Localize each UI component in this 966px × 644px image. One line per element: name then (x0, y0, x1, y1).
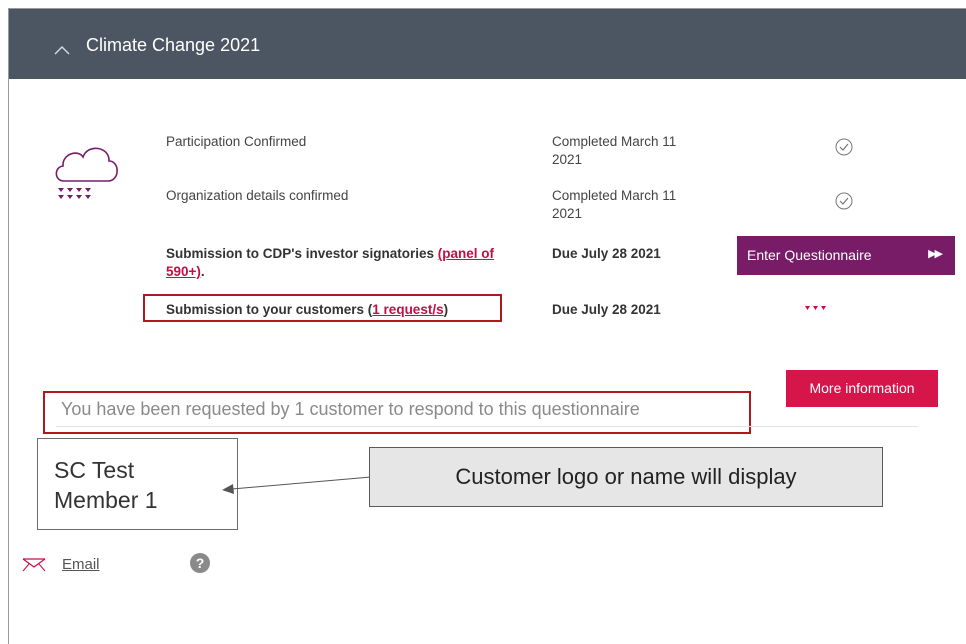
member-name-box: SC Test Member 1 (37, 438, 238, 530)
enter-questionnaire-button[interactable]: Enter Questionnaire ▶▶ (737, 236, 955, 275)
divider (56, 426, 918, 427)
row-investor-label: Submission to CDP's investor signatories… (166, 246, 495, 279)
row-participation-label: Participation Confirmed (166, 134, 307, 149)
panel-link[interactable]: (panel of (438, 246, 494, 261)
arrow-icon (222, 476, 372, 494)
row-investor-due: Due July 28 2021 (552, 246, 661, 261)
double-arrow-icon: ▶▶ (928, 248, 943, 260)
customer-callout: Customer logo or name will display (369, 447, 883, 507)
mail-icon[interactable] (22, 558, 46, 572)
check-circle-icon (835, 138, 853, 156)
row-participation-status: Completed March 11 2021 (552, 134, 677, 167)
row-organization-label: Organization details confirmed (166, 188, 349, 203)
row-organization-status: Completed March 11 2021 (552, 188, 677, 221)
check-circle-icon (835, 192, 853, 210)
cloud-rain-icon (55, 147, 118, 199)
page-frame (8, 8, 966, 644)
help-icon[interactable]: ? (190, 553, 210, 573)
email-link[interactable]: Email (62, 556, 100, 573)
highlight-box (43, 391, 751, 434)
section-title: Climate Change 2021 (86, 35, 261, 55)
row-customers-due: Due July 28 2021 (552, 302, 661, 317)
panel-link-cont[interactable]: 590+) (166, 264, 201, 279)
pending-dots-icon (805, 306, 826, 310)
highlight-box (143, 294, 502, 322)
more-information-button[interactable]: More information (786, 370, 938, 407)
section-header[interactable]: Climate Change 2021 (9, 9, 966, 79)
chevron-up-icon[interactable] (54, 45, 70, 55)
